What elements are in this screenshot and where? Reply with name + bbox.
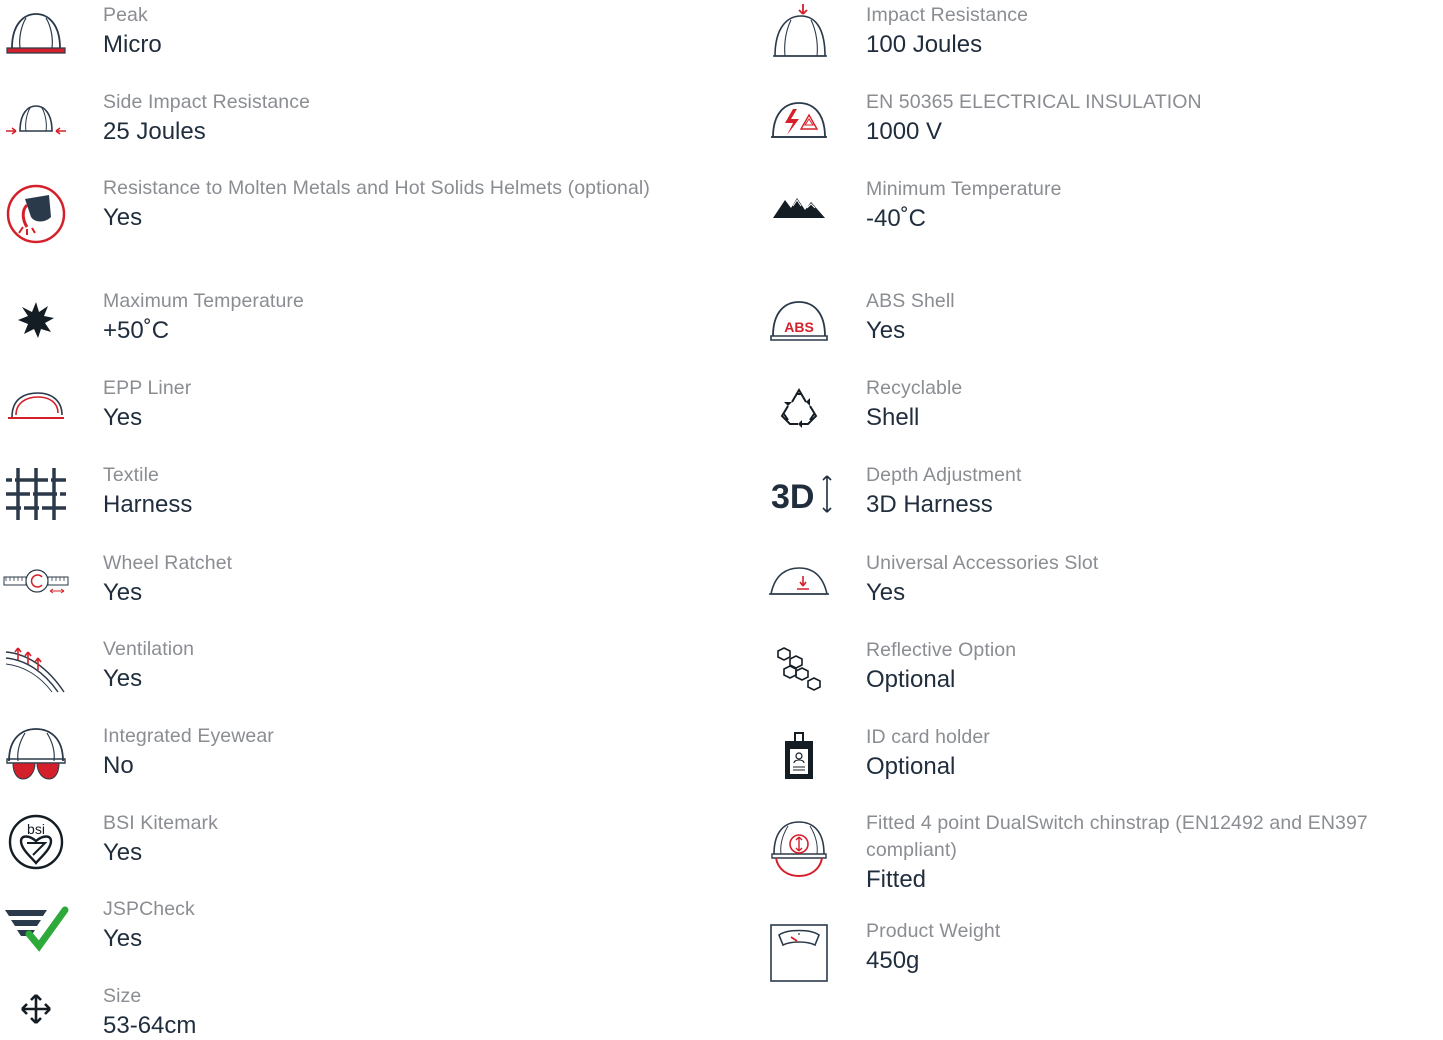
spec-reflective-option: Reflective Option Optional xyxy=(763,637,1441,701)
ventilation-icon xyxy=(0,636,72,700)
spec-label: EN 50365 ELECTRICAL INSULATION xyxy=(866,91,1202,113)
spec-wheel-ratchet: Wheel Ratchet Yes xyxy=(0,550,663,614)
spec-value: Yes xyxy=(103,204,143,231)
spec-label: Size xyxy=(103,985,142,1007)
spec-size: Size 53-64cm xyxy=(0,983,663,1040)
spec-label: Wheel Ratchet xyxy=(103,552,233,574)
spec-value: +50˚C xyxy=(103,317,170,344)
spec-abs-shell: ABS ABS Shell Yes xyxy=(763,288,1441,352)
spec-label: Side Impact Resistance xyxy=(103,91,311,113)
spec-value: 100 Joules xyxy=(866,31,983,58)
spec-ventilation: Ventilation Yes xyxy=(0,636,663,700)
integrated-eyewear-icon xyxy=(0,723,72,787)
reflective-hexagon-icon xyxy=(763,637,835,701)
spec-value: No xyxy=(103,752,134,779)
spec-value: Yes xyxy=(103,579,143,606)
spec-id-card-holder: ID card holder Optional xyxy=(763,724,1441,788)
impact-resistance-icon xyxy=(763,2,835,66)
depth-3d-icon: 3D xyxy=(763,462,835,526)
spec-value: Fitted xyxy=(866,866,927,893)
side-impact-icon xyxy=(0,89,72,153)
helmet-peak-icon xyxy=(0,2,72,66)
spec-integrated-eyewear: Integrated Eyewear No xyxy=(0,723,663,787)
bsi-kitemark-icon: bsi xyxy=(0,810,72,874)
spec-molten-metals: Resistance to Molten Metals and Hot Soli… xyxy=(0,175,663,253)
abs-shell-icon: ABS xyxy=(763,288,835,352)
spec-label: Fitted 4 point DualSwitch chinstrap (EN1… xyxy=(866,812,1368,861)
sun-heat-icon xyxy=(0,288,72,352)
wheel-ratchet-icon xyxy=(0,550,72,614)
accessory-slot-icon xyxy=(763,550,835,614)
mountains-cold-icon xyxy=(763,176,835,240)
spec-label: Depth Adjustment xyxy=(866,464,1022,486)
spec-label: EPP Liner xyxy=(103,377,192,399)
spec-min-temperature: Minimum Temperature -40˚C xyxy=(763,176,1441,240)
epp-liner-icon xyxy=(0,375,72,439)
spec-product-weight: Product Weight 450g xyxy=(763,918,1441,988)
spec-label: Minimum Temperature xyxy=(866,178,1062,200)
spec-label: Recyclable xyxy=(866,377,963,399)
spec-label: Resistance to Molten Metals and Hot Soli… xyxy=(103,177,650,199)
spec-label: Product Weight xyxy=(866,920,1001,942)
spec-label: Integrated Eyewear xyxy=(103,725,274,747)
spec-label: Universal Accessories Slot xyxy=(866,552,1099,574)
spec-label: Impact Resistance xyxy=(866,4,1029,26)
id-card-holder-icon xyxy=(763,724,835,788)
spec-jspcheck: JSPCheck Yes xyxy=(0,896,663,960)
spec-value: Optional xyxy=(866,666,956,693)
spec-label: BSI Kitemark xyxy=(103,812,218,834)
textile-weave-icon xyxy=(0,462,72,526)
spec-value: 450g xyxy=(866,947,920,974)
spec-value: Micro xyxy=(103,31,162,58)
spec-value: Yes xyxy=(866,579,906,606)
spec-textile: Textile Harness xyxy=(0,462,663,526)
spec-max-temperature: Maximum Temperature +50˚C xyxy=(0,288,663,352)
molten-metal-icon xyxy=(0,175,72,253)
spec-value: Optional xyxy=(866,753,956,780)
chinstrap-icon xyxy=(763,810,835,888)
spec-value: Yes xyxy=(103,404,143,431)
spec-bsi-kitemark: bsi BSI Kitemark Yes xyxy=(0,810,663,874)
spec-value: 1000 V xyxy=(866,118,943,145)
spec-label: Reflective Option xyxy=(866,639,1017,661)
spec-value: 25 Joules xyxy=(103,118,206,145)
spec-value: Harness xyxy=(103,491,193,518)
weight-scale-icon xyxy=(763,918,835,988)
jspcheck-icon xyxy=(0,896,72,960)
spec-label: Peak xyxy=(103,4,148,26)
spec-value: Shell xyxy=(866,404,920,431)
spec-label: ABS Shell xyxy=(866,290,955,312)
size-arrows-icon xyxy=(0,983,72,1035)
spec-recyclable: Recyclable Shell xyxy=(763,375,1441,439)
spec-value: 3D Harness xyxy=(866,491,993,518)
spec-value: Yes xyxy=(103,665,143,692)
spec-label: JSPCheck xyxy=(103,898,195,920)
spec-epp-liner: EPP Liner Yes xyxy=(0,375,663,439)
spec-label: ID card holder xyxy=(866,726,990,748)
spec-chinstrap: Fitted 4 point DualSwitch chinstrap (EN1… xyxy=(763,810,1441,894)
spec-value: Yes xyxy=(103,925,143,952)
spec-label: Maximum Temperature xyxy=(103,290,304,312)
svg-text:bsi: bsi xyxy=(27,821,45,837)
recycle-icon xyxy=(763,375,835,439)
spec-accessories-slot: Universal Accessories Slot Yes xyxy=(763,550,1441,614)
spec-depth-adjustment: 3D Depth Adjustment 3D Harness xyxy=(763,462,1441,526)
depth-3d-icon-text: 3D xyxy=(771,478,814,516)
spec-side-impact: Side Impact Resistance 25 Joules xyxy=(0,89,663,153)
spec-label: Ventilation xyxy=(103,638,195,660)
spec-electrical-insulation: EN 50365 ELECTRICAL INSULATION 1000 V xyxy=(763,89,1441,153)
spec-value: Yes xyxy=(866,317,906,344)
spec-value: Yes xyxy=(103,839,143,866)
spec-impact-resistance: Impact Resistance 100 Joules xyxy=(763,2,1441,66)
spec-label: Textile xyxy=(103,464,159,486)
electrical-insulation-icon xyxy=(763,89,835,153)
spec-value: -40˚C xyxy=(866,205,927,232)
abs-shell-icon-text: ABS xyxy=(784,319,814,335)
spec-peak: Peak Micro xyxy=(0,2,663,66)
